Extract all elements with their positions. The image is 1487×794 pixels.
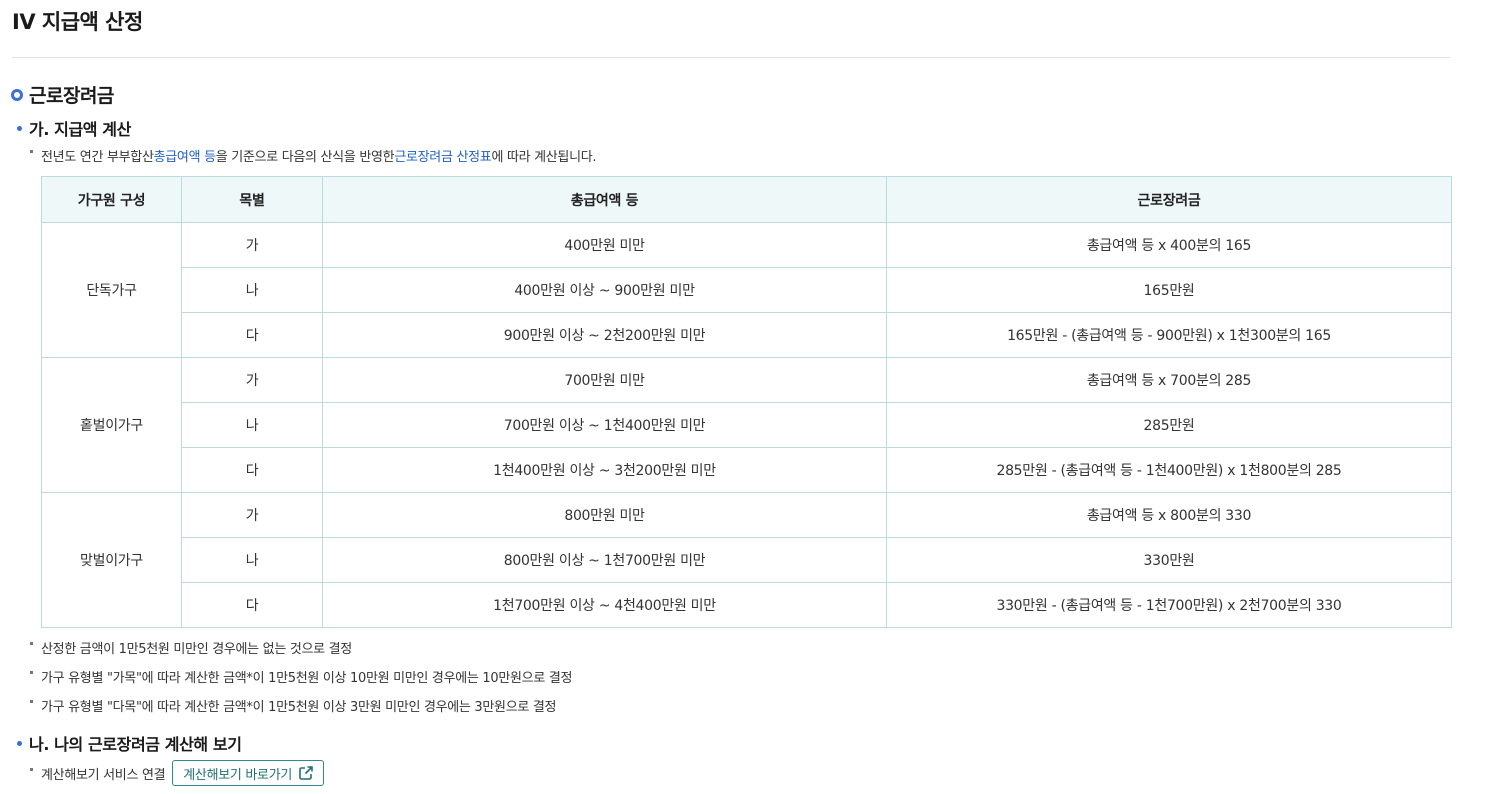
group-name: 홑벌이가구 [41,357,182,493]
page-title: IV 지급액 산정 [12,10,143,34]
table-row: 나 700만원 이상 ~ 1천400만원 미만 285만원 [42,402,1452,448]
bullet-dot-icon [17,740,22,746]
calc-table: 가구원 구성 목별 총급여액 등 근로장려금 단독가구 가 400만원 미만 총… [41,176,1452,628]
square-bullet-icon [30,767,33,771]
ring-icon [11,88,23,101]
table-header-row: 가구원 구성 목별 총급여액 등 근로장려금 [41,176,1452,223]
table-row: 다 1천700만원 이상 ~ 4천400만원 미만 330만원 - (총급여액 … [42,582,1452,628]
range-cell: 400만원 미만 [322,222,887,268]
table-row: 나 800만원 이상 ~ 1천700만원 미만 330만원 [42,537,1452,583]
amount-cell: 총급여액 등 x 800분의 330 [886,492,1452,538]
note-item: 가구 유형별 "가목"에 따라 계산한 금액*이 1만5천원 이상 10만원 미… [30,667,572,686]
table-row: 다 1천400만원 이상 ~ 3천200만원 미만 285만원 - (총급여액 … [42,447,1452,493]
calc-description: 전년도 연간 부부합산 총급여액 등 을 기준으로 다음의 산식을 반영한 근로… [30,146,597,165]
amount-cell: 330만원 - (총급여액 등 - 1천700만원) x 2천700분의 330 [886,582,1452,628]
range-cell: 700만원 이상 ~ 1천400만원 미만 [322,402,887,448]
range-cell: 900만원 이상 ~ 2천200만원 미만 [322,312,887,358]
title-divider [12,57,1450,58]
subsection-a-title: 가. 지급액 계산 [29,120,131,139]
table-row: 홑벌이가구 가 700만원 미만 총급여액 등 x 700분의 285 [41,357,1452,493]
square-bullet-icon [30,150,33,153]
range-cell: 1천700만원 이상 ~ 4천400만원 미만 [322,582,887,628]
calculate-button-label: 계산해보기 바로가기 [183,767,293,783]
total-salary-link[interactable]: 총급여액 등 [154,146,216,165]
group-name: 단독가구 [41,222,182,358]
grade-cell: 가 [181,492,323,538]
range-cell: 800만원 미만 [322,492,887,538]
square-bullet-icon [30,642,33,645]
desc-text-3: 에 따라 계산됩니다. [491,150,597,165]
table-row: 다 900만원 이상 ~ 2천200만원 미만 165만원 - (총급여액 등 … [42,312,1452,358]
service-link-row: 계산해보기 서비스 연결 계산해보기 바로가기 [30,760,325,786]
calculate-shortcut-button[interactable]: 계산해보기 바로가기 [172,760,325,786]
table-row: 나 400만원 이상 ~ 900만원 미만 165만원 [42,267,1452,313]
grade-cell: 다 [181,312,323,358]
range-cell: 400만원 이상 ~ 900만원 미만 [322,267,887,313]
grade-cell: 나 [181,267,323,313]
desc-text-1: 전년도 연간 부부합산 [41,150,154,165]
note-item: 산정한 금액이 1만5천원 미만인 경우에는 없는 것으로 결정 [30,638,352,657]
group-name: 맞벌이가구 [41,492,182,628]
note-item: 가구 유형별 "다목"에 따라 계산한 금액*이 1만5천원 이상 3만원 미만… [30,696,557,715]
note-text: 가구 유형별 "가목"에 따라 계산한 금액*이 1만5천원 이상 10만원 미… [41,671,573,686]
grade-cell: 다 [181,447,323,493]
amount-cell: 165만원 - (총급여액 등 - 900만원) x 1천300분의 165 [886,312,1452,358]
table-row: 단독가구 가 400만원 미만 총급여액 등 x 400분의 165 [41,222,1452,358]
grade-cell: 다 [181,582,323,628]
amount-cell: 총급여액 등 x 400분의 165 [886,222,1452,268]
note-text: 산정한 금액이 1만5천원 미만인 경우에는 없는 것으로 결정 [41,642,352,657]
header-amount: 근로장려금 [886,176,1452,223]
calc-table-link[interactable]: 근로장려금 산정표 [394,146,491,165]
square-bullet-icon [30,700,33,703]
subsection-a-heading: 가. 지급액 계산 [17,116,131,140]
amount-cell: 285만원 [886,402,1452,448]
range-cell: 700만원 미만 [322,357,887,403]
range-cell: 800만원 이상 ~ 1천700만원 미만 [322,537,887,583]
square-bullet-icon [30,671,33,674]
header-grade: 목별 [181,176,323,223]
subsection-b-heading: 나. 나의 근로장려금 계산해 보기 [17,731,242,755]
header-household: 가구원 구성 [41,176,182,223]
bullet-dot-icon [17,125,22,131]
amount-cell: 330만원 [886,537,1452,583]
note-text: 가구 유형별 "다목"에 따라 계산한 금액*이 1만5천원 이상 3만원 미만… [41,700,557,715]
service-label: 계산해보기 서비스 연결 [41,767,166,783]
grade-cell: 나 [181,402,323,448]
external-link-icon [299,766,313,780]
range-cell: 1천400만원 이상 ~ 3천200만원 미만 [322,447,887,493]
amount-cell: 285만원 - (총급여액 등 - 1천400만원) x 1천800분의 285 [886,447,1452,493]
amount-cell: 총급여액 등 x 700분의 285 [886,357,1452,403]
amount-cell: 165만원 [886,267,1452,313]
section-title: 근로장려금 [29,85,114,107]
section-heading: 근로장려금 [11,81,114,108]
header-income: 총급여액 등 [322,176,887,223]
subsection-b-title: 나. 나의 근로장려금 계산해 보기 [29,735,242,754]
grade-cell: 가 [181,357,323,403]
grade-cell: 가 [181,222,323,268]
grade-cell: 나 [181,537,323,583]
desc-text-2: 을 기준으로 다음의 산식을 반영한 [215,150,395,165]
table-row: 맞벌이가구 가 800만원 미만 총급여액 등 x 800분의 330 [41,492,1452,628]
